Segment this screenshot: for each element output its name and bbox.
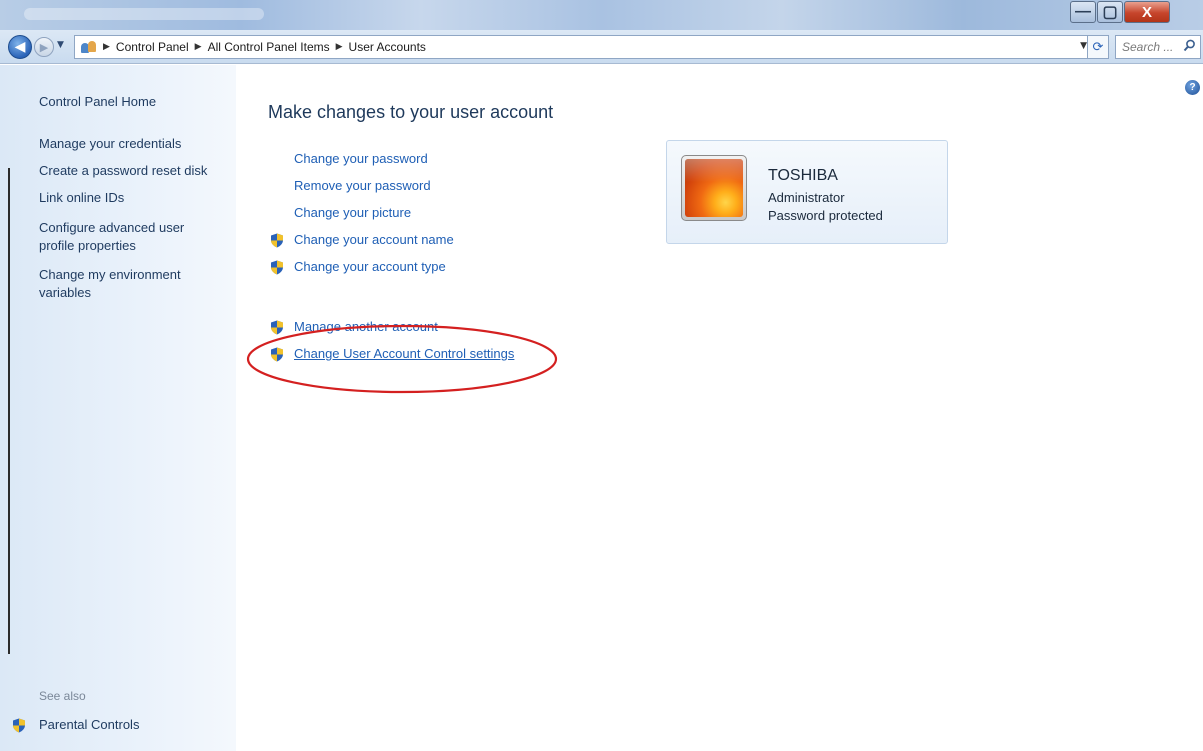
sidebar-item-link-online-ids[interactable]: Link online IDs (39, 189, 229, 207)
sidebar-item-advanced-profile-properties[interactable]: Configure advanced user profile properti… (39, 219, 214, 255)
uac-shield-icon (270, 347, 284, 362)
breadcrumb-separator-icon[interactable]: ▶ (195, 42, 202, 52)
address-bar[interactable]: ▶ Control Panel ▶ All Control Panel Item… (74, 35, 1108, 59)
chevron-down-icon: ▼ (57, 40, 64, 50)
window-edge-divider (8, 168, 10, 654)
window-title-blurred (24, 8, 264, 20)
address-history-dropdown-icon[interactable]: ▼ (1080, 41, 1087, 51)
sidebar-item-control-panel-home[interactable]: Control Panel Home (39, 93, 229, 111)
help-icon[interactable]: ? (1185, 80, 1200, 95)
breadcrumb-all-control-panel-items[interactable]: All Control Panel Items (208, 40, 330, 54)
help-glyph: ? (1189, 82, 1196, 93)
uac-shield-icon (270, 233, 284, 248)
search-input[interactable]: Search ... (1122, 40, 1173, 54)
manage-another-account-link[interactable]: Manage another account (294, 319, 438, 334)
close-icon: X (1141, 3, 1152, 21)
change-account-name-link[interactable]: Change your account name (294, 232, 454, 247)
search-icon[interactable] (1183, 39, 1196, 56)
sidebar-item-parental-controls[interactable]: Parental Controls (39, 717, 139, 732)
see-also-label: See also (39, 689, 86, 703)
maximize-icon: ▢ (1102, 4, 1118, 21)
breadcrumb-control-panel[interactable]: Control Panel (116, 40, 189, 54)
refresh-icon: ⟳ (1092, 39, 1104, 55)
breadcrumb-user-accounts[interactable]: User Accounts (349, 40, 426, 54)
minimize-button[interactable]: — (1070, 1, 1096, 23)
flower-picture-icon (685, 159, 743, 217)
close-button[interactable]: X (1124, 1, 1170, 23)
change-account-type-link[interactable]: Change your account type (294, 259, 446, 274)
window-title-bar: — ▢ X (0, 0, 1203, 30)
uac-shield-icon (270, 260, 284, 275)
back-button[interactable]: ◀ (8, 35, 32, 59)
maximize-button[interactable]: ▢ (1097, 1, 1123, 23)
account-name: TOSHIBA (768, 167, 838, 184)
remove-password-link[interactable]: Remove your password (294, 178, 431, 193)
change-uac-settings-link[interactable]: Change User Account Control settings (294, 346, 514, 361)
account-status: Password protected (768, 208, 883, 223)
account-card: TOSHIBA Administrator Password protected (666, 140, 948, 244)
change-picture-link[interactable]: Change your picture (294, 205, 411, 220)
minimize-icon: — (1075, 3, 1091, 20)
uac-shield-icon (270, 320, 284, 335)
forward-arrow-icon: ▶ (39, 40, 49, 54)
search-box[interactable]: Search ... (1115, 35, 1201, 59)
task-pane: Control Panel Home Manage your credentia… (0, 65, 236, 751)
navigation-bar: ◀ ▶ ▼ ▶ Control Panel ▶ All Control Pane… (0, 30, 1203, 64)
avatar[interactable] (681, 155, 747, 221)
refresh-button[interactable]: ⟳ (1087, 35, 1109, 59)
uac-shield-icon (12, 718, 26, 733)
breadcrumb-separator-icon[interactable]: ▶ (103, 42, 110, 52)
page-title: Make changes to your user account (268, 102, 554, 122)
forward-button[interactable]: ▶ (34, 37, 54, 57)
breadcrumb-separator-icon[interactable]: ▶ (336, 42, 343, 52)
back-arrow-icon: ◀ (14, 39, 26, 55)
recent-pages-button[interactable]: ▼ (57, 40, 64, 50)
user-accounts-icon (81, 40, 97, 54)
account-role: Administrator (768, 190, 845, 205)
sidebar-item-password-reset-disk[interactable]: Create a password reset disk (39, 162, 229, 180)
sidebar-item-environment-variables[interactable]: Change my environment variables (39, 266, 214, 302)
sidebar-item-manage-credentials[interactable]: Manage your credentials (39, 135, 229, 153)
change-password-link[interactable]: Change your password (294, 151, 428, 166)
